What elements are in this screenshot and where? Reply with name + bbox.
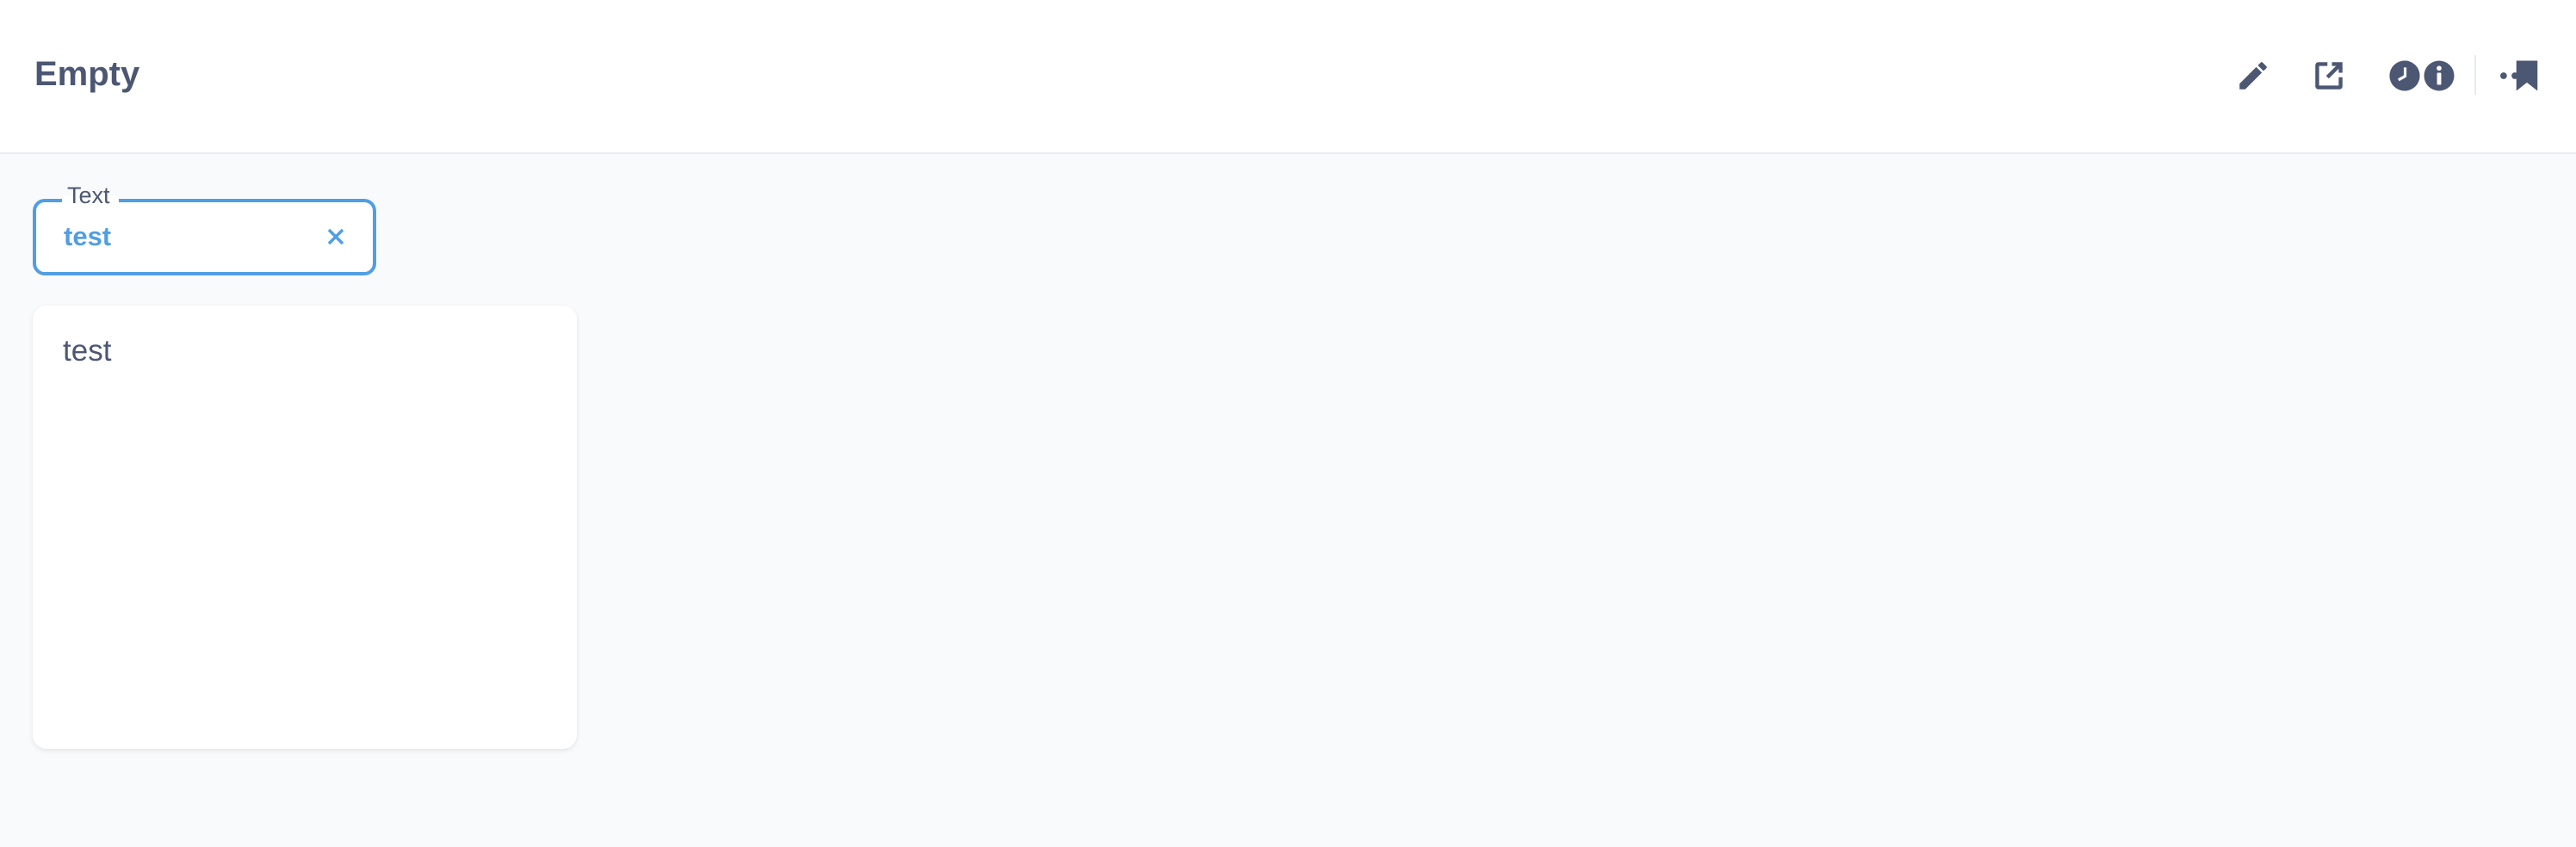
header-actions (1973, 0, 2576, 154)
more-button[interactable] (2491, 52, 2539, 100)
text-card: test (33, 306, 577, 749)
text-filter-widget[interactable]: Text test (33, 180, 376, 275)
dashboard-header: Empty (0, 0, 2576, 154)
info-button[interactable] (2415, 52, 2463, 100)
share-external-icon (2315, 62, 2343, 90)
info-icon (2424, 60, 2455, 91)
sharing-button[interactable] (2305, 52, 2353, 100)
clear-filter-button[interactable] (321, 222, 350, 251)
filter-value[interactable]: test (64, 223, 111, 250)
ellipsis-icon (2500, 72, 2530, 79)
close-icon (327, 228, 344, 245)
header-divider (2474, 55, 2476, 95)
card-text: test (63, 334, 112, 368)
filter-label: Text (62, 180, 119, 211)
pencil-icon (2239, 62, 2267, 90)
edit-button[interactable] (2229, 52, 2277, 100)
page-title: Empty (34, 55, 140, 93)
